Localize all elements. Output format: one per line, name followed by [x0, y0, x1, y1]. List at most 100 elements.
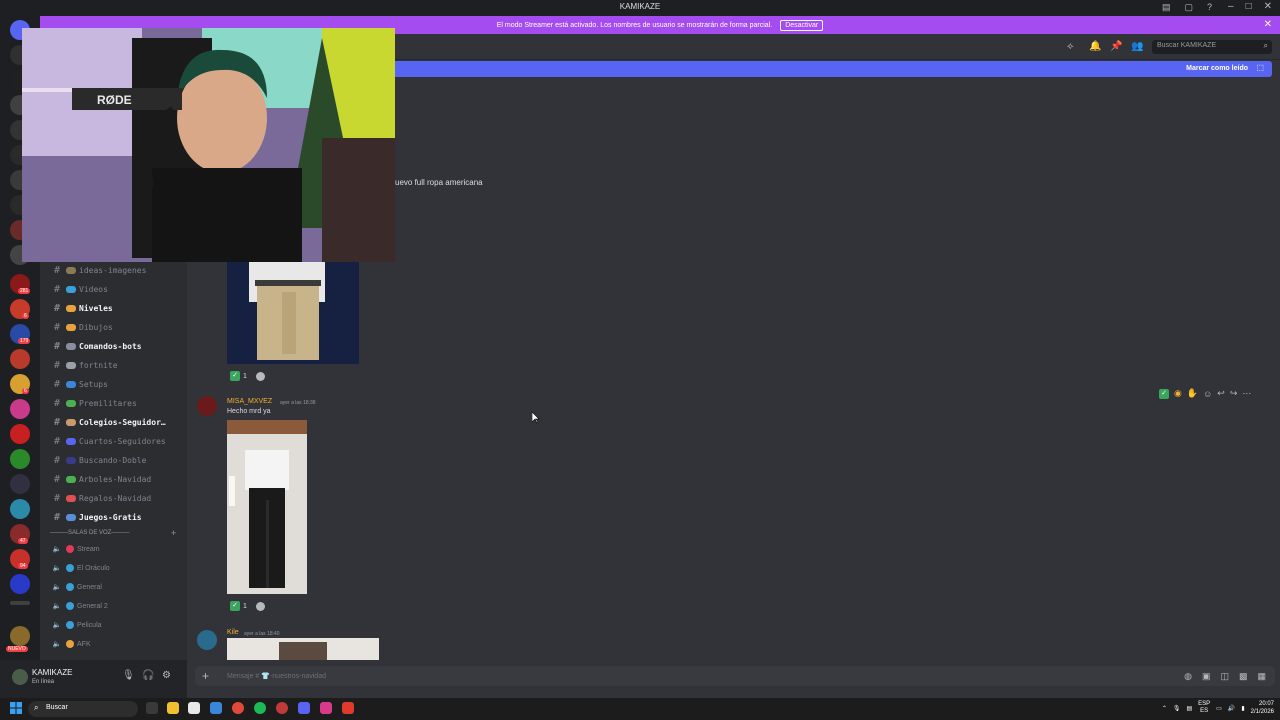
add-reaction-icon[interactable]: ☺ — [1203, 389, 1212, 399]
server-icon[interactable] — [10, 449, 30, 469]
help-icon[interactable]: ? — [1207, 2, 1212, 13]
voice-channel-item[interactable]: 🔈 AFK — [50, 636, 185, 652]
discord-icon[interactable] — [298, 702, 310, 714]
mic-tray-icon[interactable]: 🎙 — [1173, 705, 1181, 712]
clock[interactable]: 20:07 2/1/2026 — [1251, 700, 1274, 716]
avatar[interactable] — [12, 669, 28, 685]
search-input[interactable]: Buscar KAMIKAZE ⌕ — [1152, 40, 1272, 54]
server-icon[interactable] — [10, 424, 30, 444]
sticker-icon[interactable]: ◫ — [1220, 671, 1229, 682]
volume-icon[interactable]: 🔊 — [1228, 705, 1235, 712]
channel-item[interactable]: ▸#Comandos-bots — [50, 338, 185, 354]
voice-channel-item[interactable]: 🔈 General — [50, 579, 185, 595]
windows-start-icon[interactable] — [10, 702, 22, 714]
chrome-icon[interactable] — [232, 702, 244, 714]
server-icon[interactable] — [10, 474, 30, 494]
task-view-icon[interactable] — [146, 702, 158, 714]
headphones-icon[interactable]: 🎧 — [142, 670, 154, 681]
gift-icon[interactable]: ◍ — [1184, 671, 1192, 682]
mark-as-read-button[interactable]: Marcar como leído — [1186, 65, 1248, 72]
gif-icon[interactable]: ▣ — [1202, 671, 1211, 682]
voice-channel-item[interactable]: 🔈 Pelicula — [50, 617, 185, 633]
message-author[interactable]: Kile — [227, 629, 239, 636]
gear-icon[interactable]: ⚙ — [162, 670, 171, 681]
voice-channel-item[interactable]: 🔈 Stream — [50, 541, 185, 557]
close-icon[interactable]: ✕ — [1264, 19, 1272, 30]
reaction-pill[interactable]: ✓ 1 — [230, 370, 265, 382]
add-channel-icon[interactable]: + — [171, 528, 176, 538]
emoji-icon[interactable]: ◉ — [1174, 388, 1182, 399]
tray-chevron-icon[interactable]: ⌃ — [1162, 705, 1167, 712]
hash-icon: # — [53, 511, 61, 523]
message-author[interactable]: MISA_MXVEZ — [227, 398, 272, 405]
channel-item[interactable]: ▸#Colegios-Seguidor… — [50, 414, 185, 430]
threads-icon[interactable]: ⟡ — [1067, 41, 1074, 52]
add-reaction-icon[interactable] — [255, 371, 265, 381]
app-icon[interactable] — [210, 702, 222, 714]
voice-channel-item[interactable]: 🔈 El Oráculo — [50, 560, 185, 576]
reply-icon[interactable]: ↩ — [1217, 388, 1225, 399]
banner-text: El modo Streamer está activado. Los nomb… — [496, 21, 773, 29]
checkmark-reaction-icon[interactable]: ✓ — [1159, 388, 1169, 399]
channel-item[interactable]: # Arboles-Navidad — [50, 471, 185, 487]
channel-item[interactable]: # Cuartos-Seguidores — [50, 433, 185, 449]
channel-item[interactable]: # Setups — [50, 376, 185, 392]
reaction-pill[interactable]: ✓ 1 — [230, 600, 265, 612]
deactivate-button[interactable]: Desactivar — [780, 19, 824, 31]
voice-section-header: ———SALAS DE VOZ——— — [50, 530, 130, 536]
forward-icon[interactable]: ↪ — [1230, 388, 1238, 399]
screen-icon[interactable]: ▢ — [1184, 2, 1193, 13]
battery-icon[interactable]: ▮ — [1241, 705, 1244, 712]
channel-emoji-icon — [66, 323, 76, 331]
members-icon[interactable]: 👥 — [1131, 41, 1143, 52]
pin-icon[interactable]: 📌 — [1110, 41, 1122, 52]
channel-item[interactable]: # ideas-imagenes — [50, 262, 185, 278]
add-reaction-icon[interactable] — [255, 601, 265, 611]
server-icon[interactable] — [10, 499, 30, 519]
browser-icon[interactable] — [276, 702, 288, 714]
message-image[interactable] — [227, 262, 359, 364]
server-icon[interactable] — [10, 399, 30, 419]
store-icon[interactable] — [188, 702, 200, 714]
new-messages-bar[interactable]: Marcar como leído ⬚ — [387, 61, 1272, 77]
apps-icon[interactable]: ▦ — [1257, 671, 1266, 682]
channel-item[interactable]: # Buscando-Doble — [50, 452, 185, 468]
avatar[interactable] — [197, 630, 217, 650]
channel-item[interactable]: # Dibujos — [50, 319, 185, 335]
add-attachment-icon[interactable]: + — [202, 669, 209, 683]
minimize-button[interactable]: – — [1228, 1, 1234, 12]
hash-icon: # — [53, 302, 61, 314]
channel-item[interactable]: ▸#Juegos-Gratis — [50, 509, 185, 525]
channel-item[interactable]: # Premilitares — [50, 395, 185, 411]
voice-channel-label: General — [77, 583, 102, 591]
inbox-icon[interactable]: ▤ — [1162, 2, 1171, 13]
channel-item[interactable]: # Regalos-Navidad — [50, 490, 185, 506]
tiktok-icon[interactable] — [320, 702, 332, 714]
message-input[interactable] — [195, 666, 1275, 686]
taskbar-search[interactable]: ⌕ Buscar — [28, 701, 138, 717]
network-icon[interactable]: ▭ — [1216, 705, 1222, 712]
server-icon[interactable] — [10, 574, 30, 594]
image-icon[interactable]: ▩ — [1239, 671, 1248, 682]
server-icon[interactable] — [10, 626, 30, 646]
voice-channel-item[interactable]: 🔈 General 2 — [50, 598, 185, 614]
file-explorer-icon[interactable] — [167, 702, 179, 714]
maximize-button[interactable]: □ — [1246, 1, 1252, 12]
bell-icon[interactable]: 🔔 — [1089, 41, 1101, 52]
microphone-icon[interactable]: 🎙 — [122, 670, 135, 681]
spotify-icon[interactable] — [254, 702, 266, 714]
message-image[interactable] — [227, 638, 379, 660]
fire-icon[interactable]: ✋ — [1187, 388, 1198, 399]
message-image[interactable] — [227, 420, 307, 594]
channel-item[interactable]: # fortnite — [50, 357, 185, 373]
language-indicator[interactable]: ESP ES — [1198, 701, 1210, 715]
folder-tray-icon[interactable]: ▤ — [1186, 705, 1192, 712]
brave-icon[interactable] — [342, 702, 354, 714]
avatar[interactable] — [197, 396, 217, 416]
server-icon[interactable] — [10, 349, 30, 369]
more-icon[interactable]: ⋯ — [1242, 388, 1251, 399]
channel-item[interactable]: ▸#Niveles — [50, 300, 185, 316]
mention-badge: 6 — [22, 388, 29, 394]
close-window-button[interactable]: ✕ — [1264, 1, 1272, 12]
channel-item[interactable]: # Videos — [50, 281, 185, 297]
